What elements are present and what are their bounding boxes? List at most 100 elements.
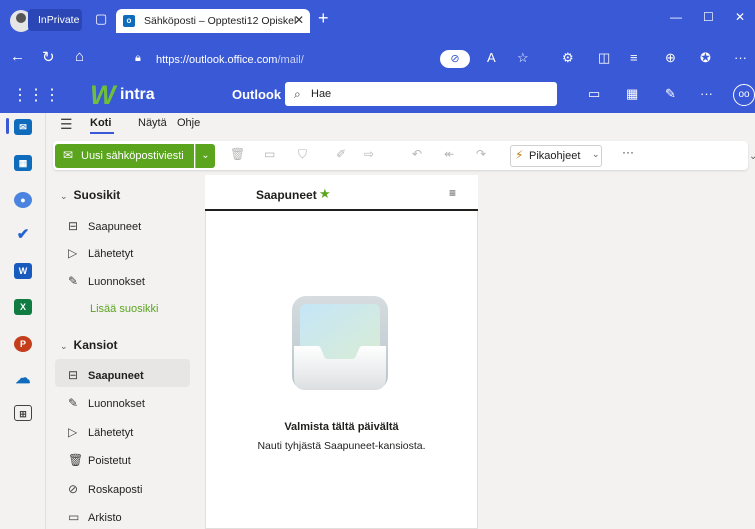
chat-icon[interactable]: ▭ xyxy=(588,86,600,102)
search-input[interactable]: Hae xyxy=(285,82,557,106)
mail-icon: ✉ xyxy=(63,148,74,162)
move-to-icon[interactable]: ⇨ xyxy=(364,147,374,161)
browser-tab-active[interactable]: Sähköposti – Opptesti12 Opiskel xyxy=(116,9,310,33)
tab-active-underline xyxy=(90,132,114,134)
onedrive-app-icon[interactable]: ☁ xyxy=(14,371,32,387)
app-name[interactable]: Outlook xyxy=(232,87,281,102)
more-header-icon[interactable]: ··· xyxy=(700,86,713,101)
people-app-icon[interactable]: ● xyxy=(14,192,32,208)
maximize-icon[interactable]: ☐ xyxy=(703,10,714,24)
powerpoint-app-icon[interactable]: P xyxy=(14,336,32,352)
read-aloud-icon[interactable]: A xyxy=(487,50,496,65)
browser-menu-icon[interactable]: ··· xyxy=(734,50,747,65)
favorite-star-icon[interactable]: ☆ xyxy=(517,50,529,66)
hamburger-menu-icon[interactable]: ☰ xyxy=(60,116,73,133)
calendar-view-icon[interactable]: ▦ xyxy=(626,86,638,102)
inbox-icon: ⊟ xyxy=(68,368,79,382)
chevron-down-icon[interactable]: ⌄ xyxy=(592,149,600,160)
url-path: /mail/ xyxy=(277,54,304,66)
word-app-icon[interactable]: W xyxy=(14,263,32,279)
new-mail-dropdown-icon[interactable]: ⌄ xyxy=(195,144,215,168)
inprivate-badge[interactable]: InPrivate xyxy=(28,9,82,31)
split-screen-icon[interactable]: ◫ xyxy=(598,50,610,66)
todo-app-icon[interactable]: ✔ xyxy=(14,227,32,243)
delete-icon[interactable]: 🗑︎ xyxy=(230,147,245,161)
message-list-title[interactable]: Saapuneet xyxy=(256,188,317,202)
send-icon: ▷ xyxy=(68,246,78,260)
folder-deleted[interactable]: 🗑︎ Poistetut xyxy=(68,453,131,467)
quick-steps-button[interactable]: Pikaohjeet xyxy=(510,145,602,167)
reading-pane xyxy=(479,175,755,529)
mail-app-icon[interactable]: ✉ xyxy=(14,119,32,135)
back-icon[interactable]: ← xyxy=(10,48,25,65)
excel-app-icon[interactable]: X xyxy=(14,299,32,315)
notes-icon[interactable]: ✎ xyxy=(665,86,676,102)
empty-state-subtitle: Nauti tyhjästä Saapuneet-kansiosta. xyxy=(257,440,426,452)
empty-inbox-illustration xyxy=(292,296,388,390)
trash-icon: 🗑︎ xyxy=(68,453,84,467)
folder-drafts[interactable]: ✎ Luonnokset xyxy=(68,396,145,410)
favorite-sent[interactable]: ▷ Lähetetyt xyxy=(68,246,133,260)
refresh-icon[interactable]: ↻ xyxy=(42,48,55,66)
folder-junk[interactable]: ⊘ Roskaposti xyxy=(68,482,142,496)
folder-label: Lähetetyt xyxy=(88,248,134,260)
report-icon[interactable]: ⛉ xyxy=(298,147,307,162)
pencil-icon: ✎ xyxy=(68,274,79,288)
filter-icon[interactable]: ≡ xyxy=(449,186,456,200)
new-tab-button[interactable]: + xyxy=(318,8,329,29)
new-mail-button[interactable]: Uusi sähköpostiviesti xyxy=(55,144,194,168)
send-icon: ▷ xyxy=(68,425,78,439)
home-icon[interactable]: ⌂ xyxy=(75,48,84,65)
favorites-header-label: Suosikit xyxy=(73,188,121,202)
tab-home[interactable]: Koti xyxy=(90,117,111,129)
pencil-icon: ✎ xyxy=(68,396,79,410)
archive-icon: ▭ xyxy=(68,510,80,524)
folders-header-label: Kansiot xyxy=(73,338,118,352)
favorites-list-icon[interactable]: ≡ xyxy=(630,50,638,65)
reply-all-icon[interactable]: ↞ xyxy=(444,147,454,161)
close-window-icon[interactable]: ✕ xyxy=(735,10,745,24)
sweep-icon[interactable]: ✐ xyxy=(336,147,346,161)
folder-label: Luonnokset xyxy=(88,398,145,410)
minimize-icon[interactable]: — xyxy=(670,10,682,24)
copilot-icon[interactable]: ✪ xyxy=(700,50,711,66)
rail-active-indicator xyxy=(6,118,9,134)
folder-sent[interactable]: ▷ Lähetetyt xyxy=(68,425,133,439)
archive-icon[interactable]: ▭ xyxy=(264,147,275,161)
folders-section-header[interactable]: ⌄ Kansiot xyxy=(60,338,118,352)
browser-tab-bar xyxy=(0,0,755,42)
tab-actions-icon[interactable]: ▢ xyxy=(95,11,107,27)
more-options-button[interactable]: ··· xyxy=(622,145,634,159)
more-apps-icon[interactable]: ⊞ xyxy=(14,405,32,421)
add-favorite-link[interactable]: Lisää suosikki xyxy=(90,303,158,315)
lightning-icon: ⚡︎ xyxy=(515,148,524,162)
favorite-drafts[interactable]: ✎ Luonnokset xyxy=(68,274,145,288)
folder-inbox[interactable]: ⊟ Saapuneet xyxy=(68,368,144,382)
app-rail xyxy=(0,113,46,529)
ribbon-collapse-icon[interactable]: ⌄ xyxy=(749,151,755,162)
tab-view[interactable]: Näytä xyxy=(138,117,167,129)
favorites-section-header[interactable]: ⌄ Suosikit xyxy=(60,188,120,202)
favorite-inbox[interactable]: ⊟ Saapuneet xyxy=(68,219,141,233)
close-tab-icon[interactable]: ✕ xyxy=(294,13,304,27)
account-avatar[interactable]: oo xyxy=(733,84,755,106)
folder-label: Roskaposti xyxy=(88,484,143,496)
url-host: https://outlook.office.com xyxy=(156,54,278,66)
collections-icon[interactable]: ⊕ xyxy=(665,50,676,66)
reply-icon[interactable]: ↶ xyxy=(412,147,422,161)
extensions-icon[interactable]: ⚙ xyxy=(562,50,574,66)
forward-icon[interactable]: ↷ xyxy=(476,147,486,161)
app-launcher-icon[interactable]: ⋮⋮⋮ xyxy=(12,85,60,105)
favorite-star-icon[interactable]: ★ xyxy=(319,186,331,202)
message-list-header xyxy=(205,175,478,211)
folder-label: Luonnokset xyxy=(88,276,145,288)
calendar-app-icon[interactable]: ▦ xyxy=(14,155,32,171)
wintra-logo-text: intra xyxy=(120,86,155,103)
folder-label: Arkisto xyxy=(88,512,122,524)
folder-label: Lähetetyt xyxy=(88,427,134,439)
tracking-prevention-icon[interactable]: ⊘ xyxy=(440,50,470,68)
tab-help[interactable]: Ohje xyxy=(177,117,200,129)
folder-label: Poistetut xyxy=(88,455,131,467)
inbox-icon: ⊟ xyxy=(68,219,79,233)
folder-archive[interactable]: ▭ Arkisto xyxy=(68,510,122,524)
